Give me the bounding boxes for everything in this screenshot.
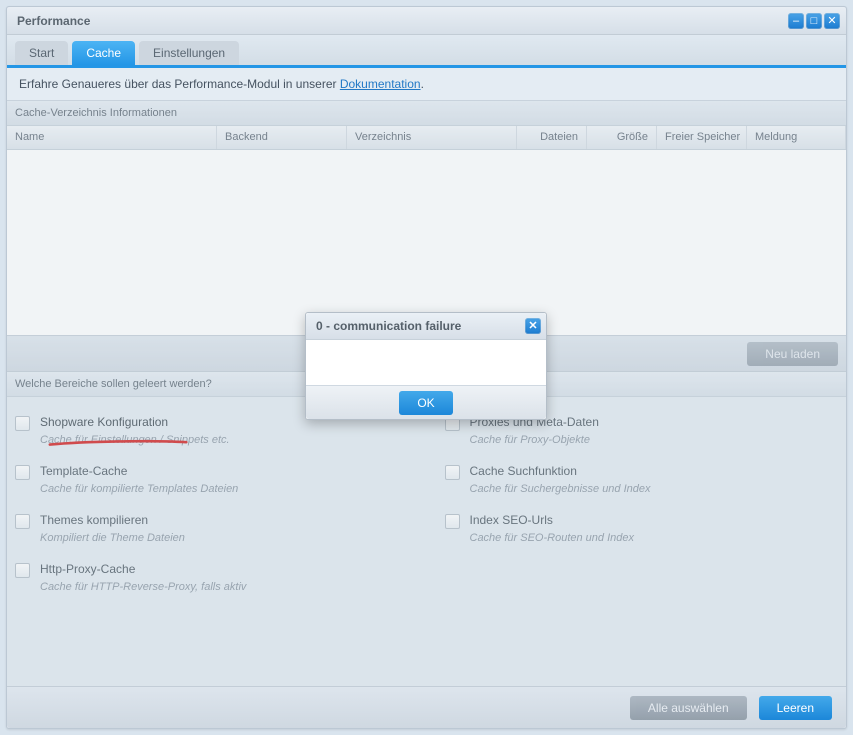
tab-start[interactable]: Start [15, 41, 68, 65]
footer-toolbar: Alle auswählen Leeren [7, 686, 846, 728]
documentation-link[interactable]: Dokumentation [340, 77, 421, 91]
dialog-ok-button[interactable]: OK [399, 391, 452, 415]
window-titlebar[interactable]: Performance – □ ✕ [7, 7, 846, 35]
info-period: . [421, 77, 424, 91]
close-icon[interactable]: ✕ [824, 13, 840, 29]
tab-einstellungen[interactable]: Einstellungen [139, 41, 239, 65]
info-banner: Erfahre Genaueres über das Performance-M… [7, 68, 846, 101]
dialog-close-icon[interactable]: ✕ [525, 318, 541, 334]
tab-cache[interactable]: Cache [72, 41, 135, 65]
minimize-icon[interactable]: – [788, 13, 804, 29]
window-controls: – □ ✕ [788, 13, 840, 29]
error-dialog: 0 - communication failure ✕ OK [305, 312, 547, 420]
maximize-icon[interactable]: □ [806, 13, 822, 29]
dialog-title-text: 0 - communication failure [316, 319, 525, 333]
tab-strip: Start Cache Einstellungen [7, 35, 846, 65]
info-text: Erfahre Genaueres über das Performance-M… [19, 77, 340, 91]
dialog-footer: OK [306, 385, 546, 419]
dialog-body [306, 340, 546, 385]
clear-button[interactable]: Leeren [759, 696, 832, 720]
window-title: Performance [17, 14, 788, 28]
dialog-titlebar[interactable]: 0 - communication failure ✕ [306, 313, 546, 340]
select-all-button[interactable]: Alle auswählen [630, 696, 747, 720]
